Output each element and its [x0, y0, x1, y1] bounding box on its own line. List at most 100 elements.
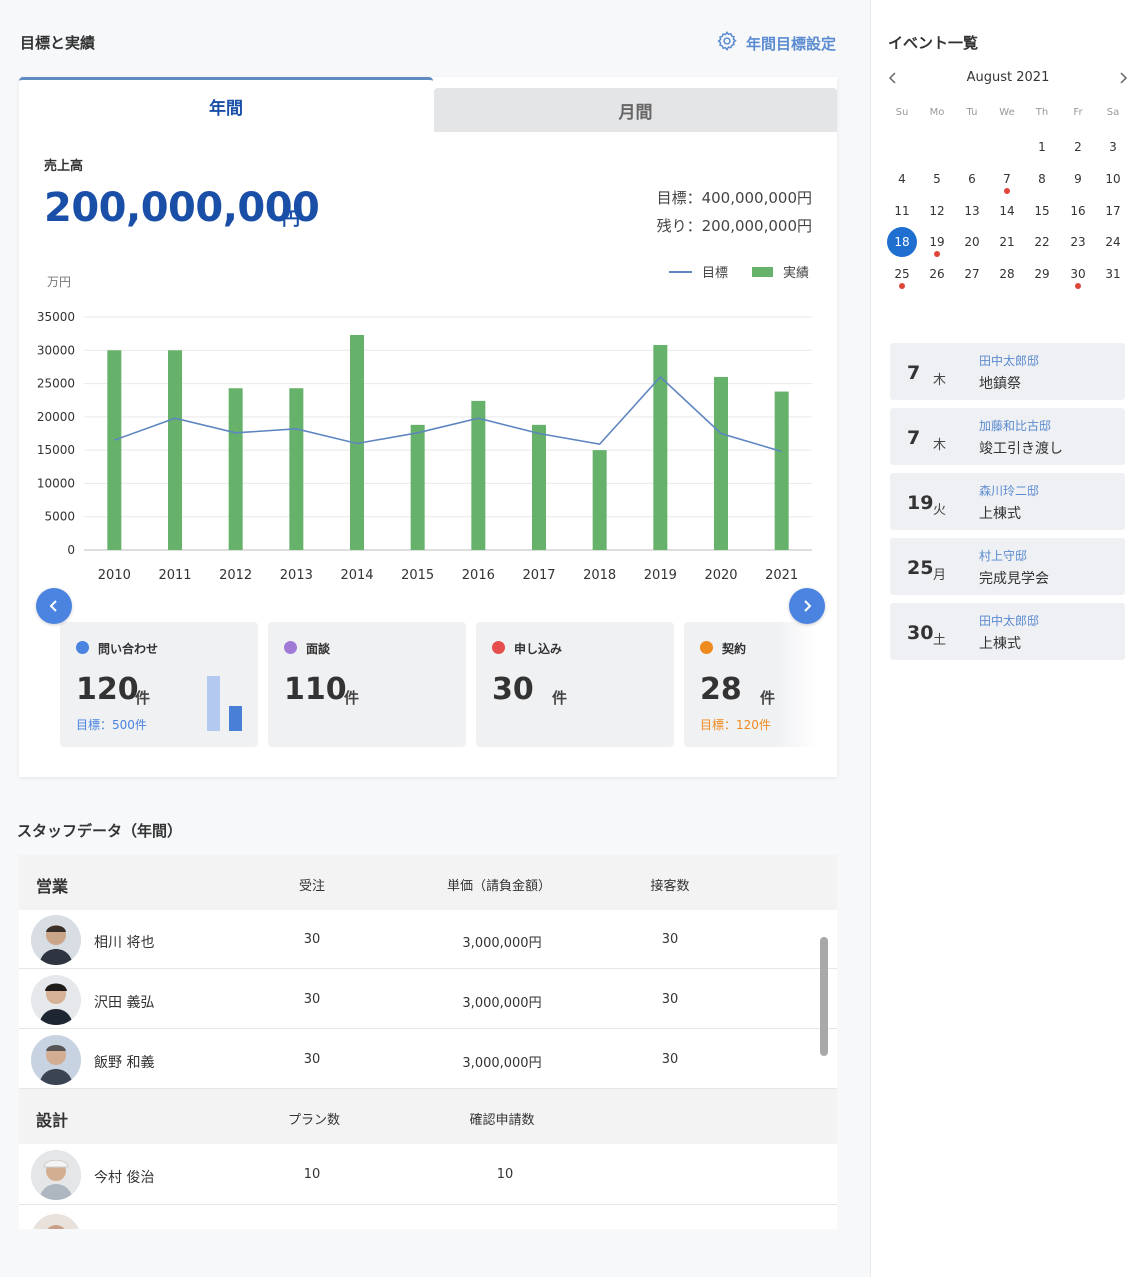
calendar-day[interactable]: 22 [1027, 227, 1057, 257]
event-item[interactable]: 7 木 田中太郎邸 地鎮祭 [890, 343, 1125, 400]
y-axis-label: 万円 [47, 275, 71, 289]
sales-group-header: 営業 受注 単価（請負金額） 接客数 [19, 855, 837, 910]
calendar-day[interactable]: 20 [957, 227, 987, 257]
calendar-day[interactable]: 28 [992, 259, 1022, 289]
chevron-right-icon [804, 600, 812, 612]
event-weekday: 木 [933, 438, 947, 453]
event-title: 竣工引き渡し [979, 441, 1063, 457]
calendar-day[interactable]: 14 [992, 196, 1022, 226]
event-house: 森川玲二邸 [979, 484, 1040, 498]
calendar-day[interactable]: 31 [1098, 259, 1128, 289]
calendar-day[interactable]: 29 [1027, 259, 1057, 289]
staff-name: 今村 俊治 [94, 1170, 155, 1186]
calendar-day[interactable]: 4 [887, 164, 917, 194]
weekday-label: We [999, 107, 1015, 118]
calendar-day[interactable]: 13 [957, 196, 987, 226]
kpi-card[interactable]: 申し込み 30 件 [476, 622, 674, 747]
x-tick-label: 2013 [280, 568, 313, 583]
calendar-day[interactable]: 24 [1098, 227, 1128, 257]
avatar [31, 975, 81, 1025]
status-dot [700, 641, 713, 654]
calendar-day[interactable]: 15 [1027, 196, 1057, 226]
event-day: 25 [907, 557, 934, 579]
tab-annual[interactable]: 年間 [19, 77, 433, 132]
table-row[interactable]: 沢田 義弘 30 3,000,000円 30 [19, 970, 837, 1029]
avatar [31, 915, 81, 965]
y-tick-label: 20000 [37, 410, 75, 424]
kpi-value: 120 [76, 672, 139, 707]
annual-goal-settings-link[interactable]: 年間目標設定 [716, 30, 836, 56]
kpi-label: 申し込み [514, 642, 563, 656]
table-row[interactable] [19, 1206, 837, 1229]
kpi-card[interactable]: 問い合わせ 120 件目標：500件 [60, 622, 258, 747]
table-row[interactable]: 飯野 和義 30 3,000,000円 30 [19, 1030, 837, 1089]
event-dot [1004, 187, 1010, 194]
table-scrollbar[interactable] [820, 937, 828, 1056]
kpi-next-button[interactable] [789, 588, 825, 624]
chevron-left-icon [888, 72, 896, 84]
main-area: 目標と実績 年間目標設定 月間 年間 売上高 200,000,000 円 目標：… [0, 0, 870, 1277]
calendar-day[interactable]: 21 [992, 227, 1022, 257]
calendar-day[interactable]: 12 [922, 196, 952, 226]
kpi-prev-button[interactable] [36, 588, 72, 624]
x-tick-label: 2018 [583, 568, 616, 583]
weekday-label: Fr [1073, 107, 1083, 118]
event-item[interactable]: 30 土 田中太郎邸 上棟式 [890, 603, 1125, 660]
calendar-day[interactable]: 23 [1063, 227, 1093, 257]
calendar-day-selected[interactable]: 18 [887, 227, 917, 258]
staff-table: 営業 受注 単価（請負金額） 接客数 相川 将也 30 3,000,000円 3… [19, 855, 837, 1229]
calendar-day[interactable]: 1 [1027, 132, 1057, 162]
kpi-unit: 件 [552, 689, 568, 707]
group-title: 営業 [36, 877, 69, 896]
calendar-day[interactable]: 8 [1027, 164, 1057, 194]
event-item[interactable]: 25 月 村上守邸 完成見学会 [890, 538, 1125, 595]
calendar-day[interactable]: 17 [1098, 196, 1128, 226]
calendar-day[interactable]: 3 [1098, 132, 1128, 162]
calendar-day[interactable]: 27 [957, 259, 987, 289]
table-row[interactable]: 今村 俊治 10 10 [19, 1144, 837, 1205]
calendar-prev-button[interactable] [883, 68, 903, 88]
sales-remaining: 残り：200,000,000円 [656, 217, 812, 235]
event-dot [899, 283, 905, 290]
calendar-day[interactable]: 11 [887, 196, 917, 226]
column-header: 単価（請負金額） [446, 879, 552, 894]
goal-bar [207, 676, 220, 731]
y-tick-label: 25000 [37, 377, 75, 391]
settings-label: 年間目標設定 [745, 34, 836, 53]
goal-line [114, 375, 782, 453]
event-dot [934, 251, 940, 258]
kpi-value: 30 [492, 672, 534, 707]
calendar-next-button[interactable] [1113, 68, 1133, 88]
weekday-label: Tu [966, 107, 978, 118]
event-day: 7 [907, 427, 921, 449]
event-title: 完成見学会 [979, 571, 1049, 587]
event-item[interactable]: 7 木 加藤和比古邸 竣工引き渡し [890, 408, 1125, 465]
event-title: 地鎮祭 [979, 376, 1021, 392]
plans-value: 10 [303, 1167, 321, 1182]
y-tick-label: 15000 [37, 443, 75, 457]
bar-2021 [774, 391, 789, 550]
kpi-unit: 件 [135, 689, 151, 707]
staff-name: 飯野 和義 [94, 1055, 155, 1071]
calendar-day[interactable]: 26 [922, 259, 952, 289]
kpi-card[interactable]: 面談 110 件 [268, 622, 466, 747]
calendar-day[interactable]: 10 [1098, 164, 1128, 194]
kpi-value: 28 [700, 672, 742, 707]
kpi-label: 問い合わせ [98, 642, 159, 656]
table-row[interactable]: 相川 将也 30 3,000,000円 30 [19, 910, 837, 969]
kpi-value: 110 [284, 672, 347, 707]
bar-2011 [168, 350, 182, 550]
calendar-day[interactable]: 9 [1063, 164, 1093, 194]
event-item[interactable]: 19 火 森川玲二邸 上棟式 [890, 473, 1125, 530]
calendar-day[interactable]: 5 [922, 164, 952, 194]
calendar-day[interactable]: 6 [957, 164, 987, 194]
bar-2019 [653, 344, 668, 550]
kpi-unit: 件 [760, 689, 776, 707]
x-tick-label: 2021 [765, 568, 798, 583]
tab-monthly[interactable]: 月間 [434, 88, 837, 132]
calendar-day[interactable]: 2 [1063, 132, 1093, 162]
chevron-left-icon [49, 600, 57, 612]
event-day: 7 [907, 362, 921, 384]
calendar-day[interactable]: 16 [1063, 196, 1093, 226]
legend-goal-label: 目標 [702, 266, 728, 281]
